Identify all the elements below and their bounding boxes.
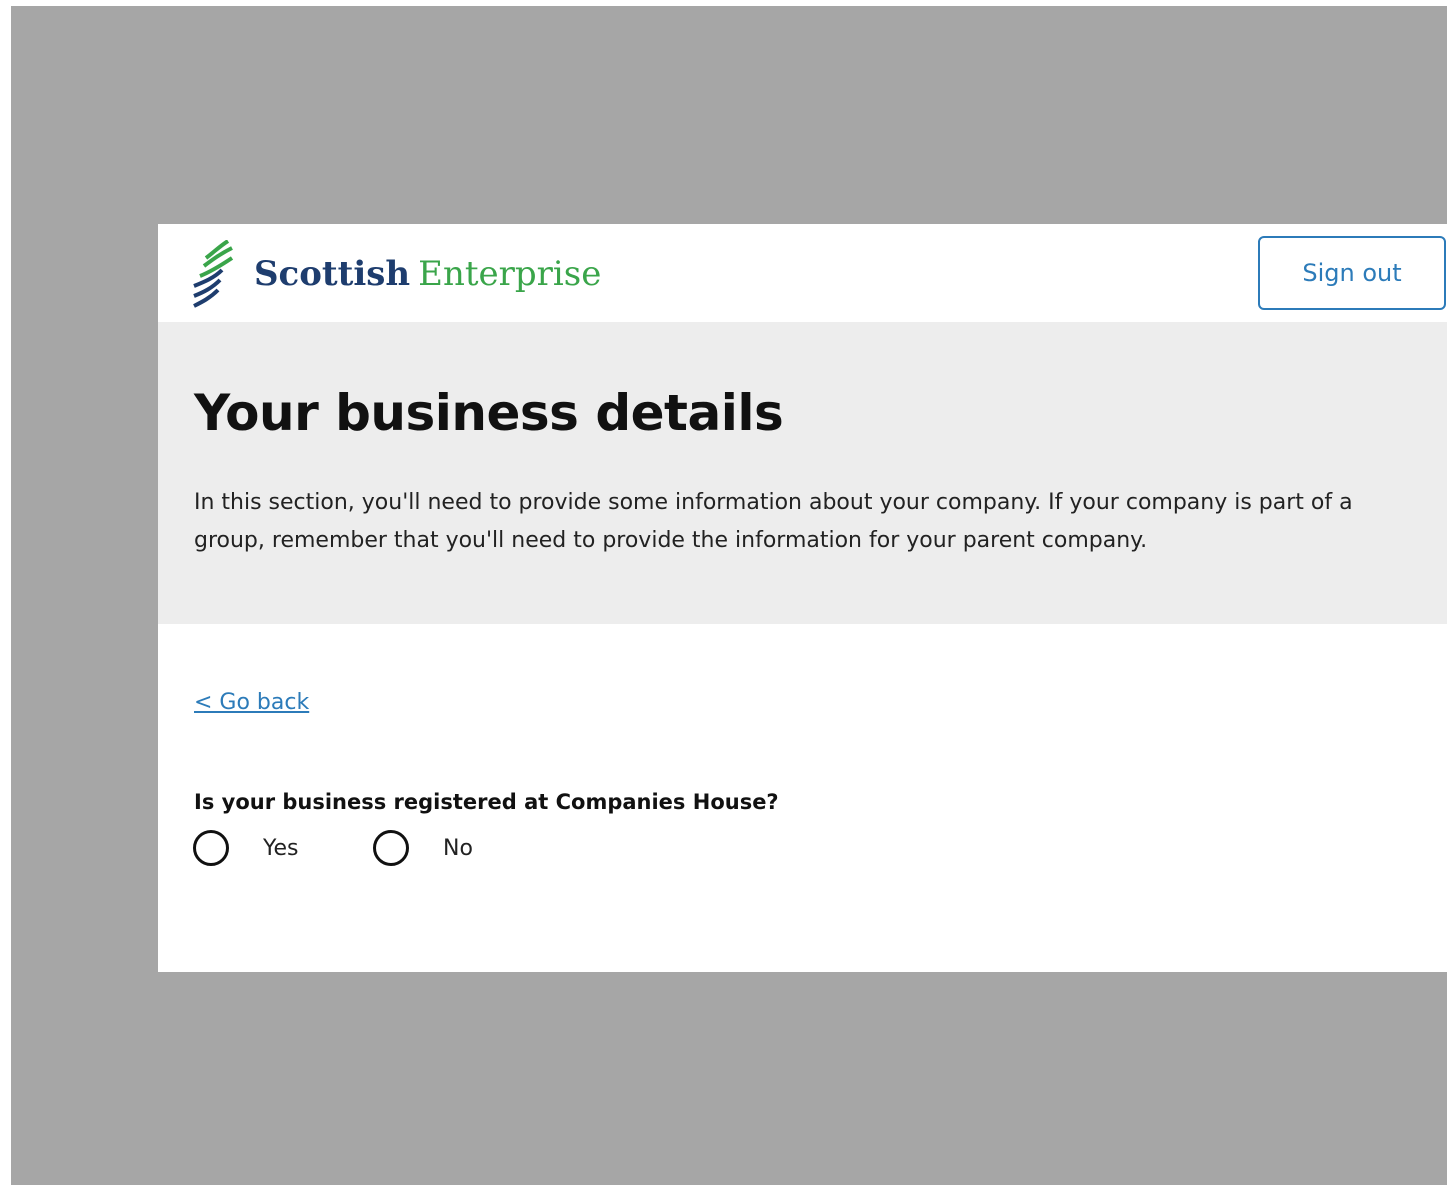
logo-waves-icon bbox=[193, 240, 234, 308]
radio-option-yes[interactable]: Yes bbox=[193, 830, 299, 866]
page-hero: Your business details In this section, y… bbox=[158, 322, 1447, 624]
logo-wordmark: Scottish Enterprise bbox=[254, 254, 601, 294]
radio-button-yes[interactable] bbox=[193, 830, 229, 866]
radio-button-no[interactable] bbox=[373, 830, 409, 866]
radio-option-no[interactable]: No bbox=[373, 830, 473, 866]
logo-word-scottish: Scottish bbox=[254, 254, 411, 294]
go-back-link[interactable]: < Go back bbox=[194, 690, 309, 715]
radio-label-no[interactable]: No bbox=[443, 836, 473, 861]
section-intro: In this section, you'll need to provide … bbox=[194, 490, 1353, 553]
site-header: Scottish Enterprise Sign out bbox=[158, 224, 1447, 322]
page-title: Your business details bbox=[194, 384, 784, 442]
scottish-enterprise-logo[interactable]: Scottish Enterprise bbox=[192, 240, 602, 312]
sign-out-button[interactable]: Sign out bbox=[1258, 236, 1446, 310]
radio-label-yes[interactable]: Yes bbox=[263, 836, 299, 861]
companies-house-question: Is your business registered at Companies… bbox=[194, 790, 779, 814]
form-card: Scottish Enterprise Sign out Your busines… bbox=[158, 224, 1447, 972]
logo-word-enterprise: Enterprise bbox=[418, 254, 602, 294]
